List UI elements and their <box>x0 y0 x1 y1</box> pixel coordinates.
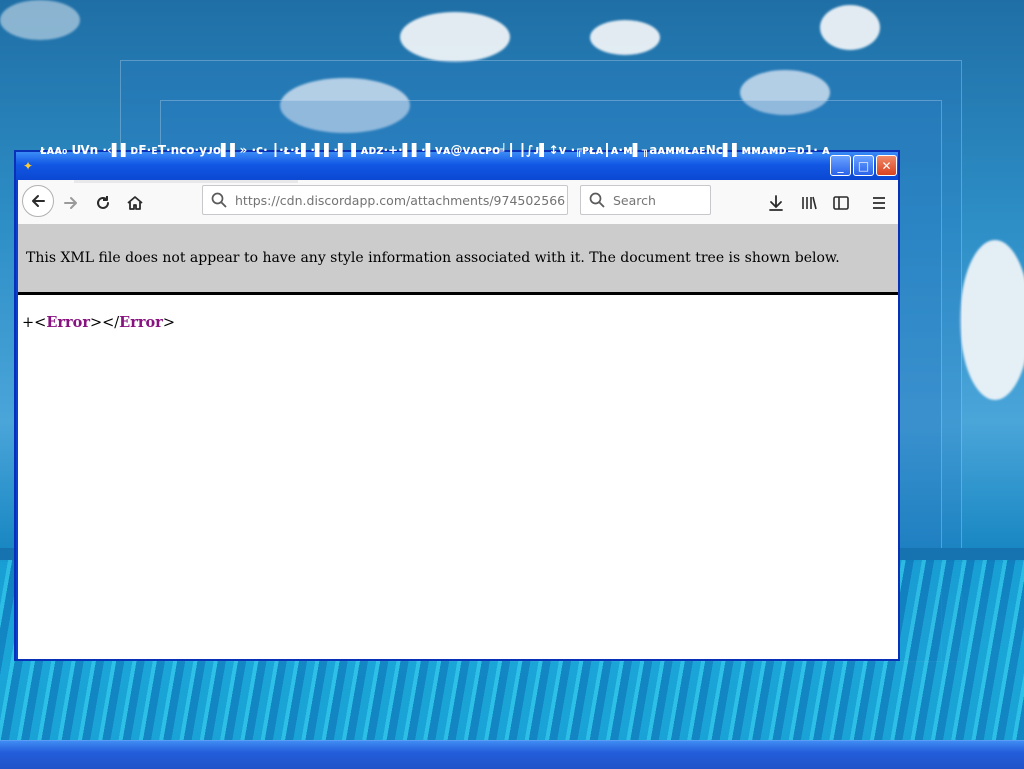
xml-close-tag-name: Error <box>119 314 163 331</box>
sidebar-icon <box>833 196 849 210</box>
forward-arrow-icon <box>64 197 77 209</box>
end-bracket: > <box>162 315 175 331</box>
window-title: ᴌᴀᴀ₀ ՍVn ·‹▌▌ᴅF·ᴇT·ncᴏ·yᴊᴏ▌▌» ·ᴄ· ┃·ᴌ·ᴌ▌… <box>40 143 830 157</box>
search-bar[interactable] <box>580 185 711 215</box>
browser-window: ✦ ᴌᴀᴀ₀ ՍVn ·‹▌▌ᴅF·ᴇT·ncᴏ·yᴊᴏ▌▌» ·ᴄ· ┃·ᴌ·… <box>14 143 900 661</box>
back-arrow-icon <box>32 195 45 207</box>
search-input[interactable] <box>611 192 711 209</box>
hamburger-menu-icon <box>873 197 885 209</box>
downloads-button[interactable] <box>761 188 791 218</box>
xml-tag-name: Error <box>46 314 90 331</box>
forward-button[interactable] <box>56 188 86 218</box>
minimize-button[interactable]: _ <box>830 155 851 176</box>
close-open-bracket: ></ <box>89 315 120 331</box>
xml-tree-node: +<Error></Error> <box>22 314 175 331</box>
sidebar-button[interactable] <box>826 188 856 218</box>
menu-button[interactable] <box>864 188 894 218</box>
taskbar <box>0 740 1024 769</box>
magnifier-icon <box>211 192 227 208</box>
home-button[interactable] <box>120 188 150 218</box>
library-button[interactable] <box>794 188 824 218</box>
title-bar[interactable]: ✦ ᴌᴀᴀ₀ ՍVn ·‹▌▌ᴅF·ᴇT·ncᴏ·yᴊᴏ▌▌» ·ᴄ· ┃·ᴌ·… <box>16 143 898 180</box>
xml-info-banner: This XML file does not appear to have an… <box>18 224 898 295</box>
open-bracket: < <box>34 315 47 331</box>
back-button[interactable] <box>22 185 54 217</box>
maximize-button[interactable]: □ <box>853 155 874 176</box>
close-button[interactable]: ✕ <box>876 155 897 176</box>
app-icon: ✦ <box>22 159 34 173</box>
library-icon <box>802 196 817 210</box>
tab-indicator <box>74 180 298 183</box>
page-content: This XML file does not appear to have an… <box>18 224 898 659</box>
collapse-toggle[interactable]: + <box>22 315 34 331</box>
reload-icon <box>97 196 109 209</box>
search-icon <box>589 192 605 208</box>
navigation-toolbar <box>18 180 898 225</box>
url-bar[interactable] <box>202 185 568 215</box>
home-icon <box>127 196 143 210</box>
xml-info-text: This XML file does not appear to have an… <box>26 250 840 266</box>
url-input[interactable] <box>233 192 567 209</box>
reload-button[interactable] <box>88 188 118 218</box>
download-icon <box>769 195 783 211</box>
